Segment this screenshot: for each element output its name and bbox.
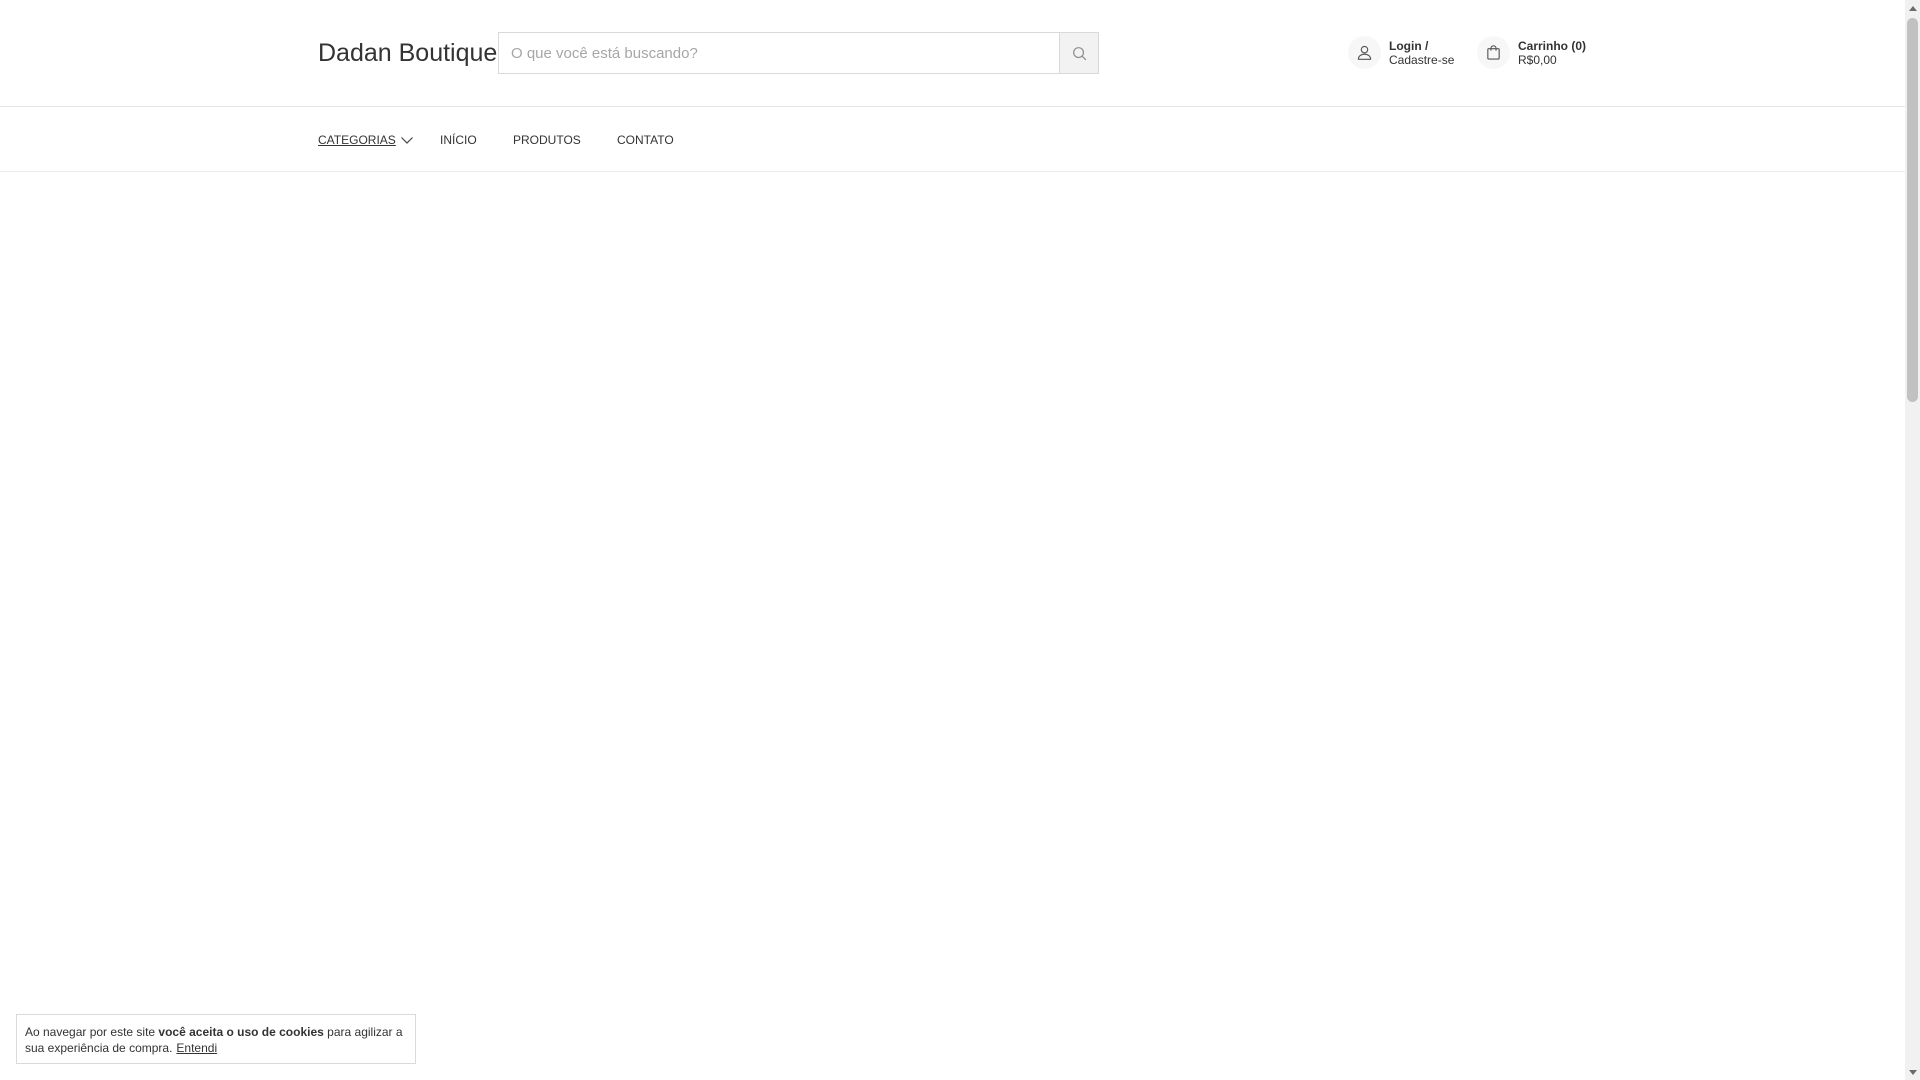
cart-text: Carrinho (0) R$0,00 <box>1518 39 1586 67</box>
cookie-banner: Ao navegar por este site você aceita o u… <box>16 1014 416 1064</box>
scroll-thumb[interactable] <box>1907 18 1918 402</box>
cart-label: Carrinho (0) <box>1518 38 1587 53</box>
login-label: Login / <box>1389 38 1429 53</box>
site-logo[interactable]: Dadan Boutique <box>318 38 497 68</box>
search-input[interactable] <box>498 32 1059 74</box>
user-icon <box>1357 45 1372 60</box>
nav-item-products[interactable]: PRODUTOS <box>513 132 581 148</box>
nav-item-home[interactable]: INÍCIO <box>440 132 477 148</box>
search-icon <box>1072 46 1086 60</box>
chevron-down-icon <box>400 137 413 144</box>
cookie-accept-button[interactable]: Entendi <box>176 1041 217 1055</box>
cart-link[interactable]: Carrinho (0) R$0,00 <box>1477 36 1586 69</box>
scroll-down-arrow-icon <box>1908 1069 1917 1075</box>
account-text: Login / Cadastre-se <box>1389 39 1454 67</box>
nav-item-label: CATEGORIAS <box>318 133 396 147</box>
scroll-up-button[interactable] <box>1905 0 1920 16</box>
scroll-up-arrow-icon <box>1908 5 1917 11</box>
nav-item-categories[interactable]: CATEGORIAS <box>318 132 414 148</box>
nav-item-contact[interactable]: CONTATO <box>617 132 674 148</box>
nav-item-label: CONTATO <box>617 133 674 147</box>
nav-item-label: INÍCIO <box>440 133 477 147</box>
cart-total: R$0,00 <box>1518 52 1557 67</box>
nav-item-label: PRODUTOS <box>513 133 581 147</box>
page: Dadan Boutique Login / Cadastre-se <box>0 0 1905 1080</box>
shopping-bag-icon <box>1487 45 1500 60</box>
vertical-scrollbar[interactable] <box>1905 0 1920 1080</box>
cookie-text-bold: você aceita o uso de cookies <box>158 1025 324 1039</box>
user-icon-wrap <box>1348 36 1381 69</box>
main-navigation: CATEGORIAS INÍCIO PRODUTOS CONTATO <box>0 107 1905 172</box>
site-header: Dadan Boutique Login / Cadastre-se <box>0 0 1905 107</box>
scroll-down-button[interactable] <box>1905 1064 1920 1080</box>
search-form <box>498 32 1099 74</box>
account-link[interactable]: Login / Cadastre-se <box>1348 36 1454 69</box>
cookie-text-before: Ao navegar por este site <box>25 1025 159 1039</box>
signup-label: Cadastre-se <box>1389 52 1455 67</box>
cart-icon-wrap <box>1477 36 1510 69</box>
search-button[interactable] <box>1059 32 1099 74</box>
